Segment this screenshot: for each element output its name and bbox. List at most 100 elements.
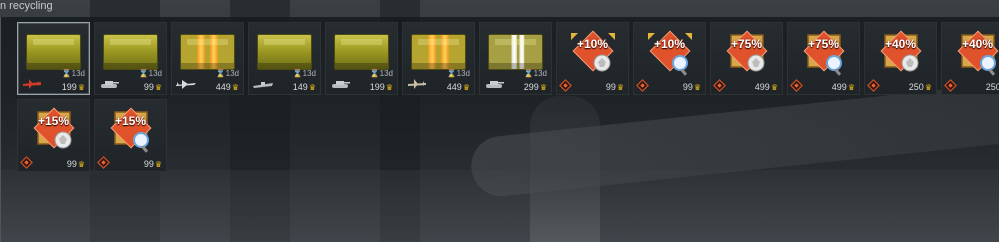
price: 299 ♛ xyxy=(524,82,547,92)
bonus-value: +15% xyxy=(114,114,147,128)
hourglass-icon: ⌛ xyxy=(215,69,226,78)
bonus-value: +15% xyxy=(37,114,70,128)
hourglass-icon: ⌛ xyxy=(138,69,149,78)
price-value: 250 xyxy=(985,82,999,92)
price-value: 99 xyxy=(605,82,616,92)
expiry-timer: ⌛13d xyxy=(370,69,393,78)
price: 99 ♛ xyxy=(144,159,162,169)
chest-icon xyxy=(334,34,389,70)
price-value: 299 xyxy=(523,82,539,92)
rarity-diamond-icon xyxy=(944,79,957,92)
ship-icon xyxy=(252,77,274,91)
rarity-diamond-icon xyxy=(790,79,803,92)
timer-text: 13d xyxy=(302,69,316,78)
rarity-diamond-icon xyxy=(20,156,33,169)
expiry-timer: ⌛13d xyxy=(293,69,316,78)
booster-tile[interactable]: +40% 250♛ xyxy=(864,22,937,95)
booster-tile[interactable]: +10% 99 ♛ xyxy=(556,22,629,95)
price: 250♛ xyxy=(986,82,999,92)
price-value: 499 xyxy=(831,82,847,92)
rarity-diamond-icon xyxy=(97,156,110,169)
price: 499 ♛ xyxy=(832,82,855,92)
chest-tile[interactable]: ⌛13d 99 ♛ xyxy=(94,22,167,95)
bonus-value: +75% xyxy=(807,37,840,51)
crown-icon: ♛ xyxy=(462,82,470,92)
booster-tile[interactable]: +75% 499 ♛ xyxy=(787,22,860,95)
crown-icon: ♛ xyxy=(616,82,624,92)
price: 449 ♛ xyxy=(447,82,470,92)
chest-icon xyxy=(180,34,235,70)
expiry-timer: ⌛13d xyxy=(216,69,239,78)
item-row: ⌛13d 199 ♛ ⌛13d 99 ♛ ⌛13d 449 ♛ ⌛13d 149 ♛ ⌛13d 199 ♛ ⌛… xyxy=(17,22,999,95)
crown-icon: ♛ xyxy=(924,82,932,92)
hourglass-icon: ⌛ xyxy=(61,69,72,78)
crown-icon: ♛ xyxy=(770,82,778,92)
price: 99 ♛ xyxy=(683,82,701,92)
hourglass-icon: ⌛ xyxy=(369,69,380,78)
price: 199 ♛ xyxy=(62,82,85,92)
price: 499 ♛ xyxy=(755,82,778,92)
expiry-timer: ⌛13d xyxy=(62,69,85,78)
rarity-diamond-icon xyxy=(867,79,880,92)
expiry-timer: ⌛13d xyxy=(447,69,470,78)
crown-icon: ♛ xyxy=(693,82,701,92)
item-grid: ⌛13d 199 ♛ ⌛13d 99 ♛ ⌛13d 449 ♛ ⌛13d 149 ♛ ⌛13d 199 ♛ ⌛… xyxy=(17,22,999,176)
timer-text: 13d xyxy=(148,69,162,78)
bonus-value: +40% xyxy=(884,37,917,51)
chest-tile[interactable]: ⌛13d 199 ♛ xyxy=(17,22,90,95)
timer-text: 13d xyxy=(379,69,393,78)
booster-tile[interactable]: +15% 99 ♛ xyxy=(17,99,90,172)
price: 149 ♛ xyxy=(293,82,316,92)
expiry-timer: ⌛13d xyxy=(524,69,547,78)
crown-icon: ♛ xyxy=(308,82,316,92)
hourglass-icon: ⌛ xyxy=(446,69,457,78)
chest-tile[interactable]: ⌛13d 199 ♛ xyxy=(325,22,398,95)
bonus-value: +10% xyxy=(576,37,609,51)
bonus-value: +40% xyxy=(961,37,994,51)
booster-tile[interactable]: +10% 99 ♛ xyxy=(633,22,706,95)
booster-tile[interactable]: +40% 250♛ xyxy=(941,22,999,95)
price-value: 250 xyxy=(908,82,924,92)
crown-icon: ♛ xyxy=(539,82,547,92)
chest-icon xyxy=(103,34,158,70)
price-value: 199 xyxy=(369,82,385,92)
crown-icon: ♛ xyxy=(847,82,855,92)
rarity-diamond-icon xyxy=(559,79,572,92)
price: 99 ♛ xyxy=(606,82,624,92)
rarity-diamond-icon xyxy=(636,79,649,92)
bonus-value: +10% xyxy=(653,37,686,51)
tank-icon xyxy=(483,77,505,91)
timer-text: 13d xyxy=(71,69,85,78)
hourglass-icon: ⌛ xyxy=(523,69,534,78)
timer-text: 13d xyxy=(225,69,239,78)
crown-icon: ♛ xyxy=(77,82,85,92)
booster-tile[interactable]: +75% 499 ♛ xyxy=(710,22,783,95)
window-title: n recycling xyxy=(0,0,53,12)
crown-icon: ♛ xyxy=(154,82,162,92)
price-value: 99 xyxy=(682,82,693,92)
chest-icon xyxy=(26,34,81,70)
chest-icon xyxy=(488,34,543,70)
chest-tile[interactable]: ⌛13d 449 ♛ xyxy=(171,22,244,95)
timer-text: 13d xyxy=(456,69,470,78)
price-value: 499 xyxy=(754,82,770,92)
rarity-diamond-icon xyxy=(713,79,726,92)
booster-tile[interactable]: +15% 99 ♛ xyxy=(94,99,167,172)
timer-text: 13d xyxy=(533,69,547,78)
price-value: 449 xyxy=(215,82,231,92)
expiry-timer: ⌛13d xyxy=(139,69,162,78)
bonus-value: +75% xyxy=(730,37,763,51)
price-value: 149 xyxy=(292,82,308,92)
chest-icon xyxy=(257,34,312,70)
chest-tile[interactable]: ⌛13d 299 ♛ xyxy=(479,22,552,95)
crown-icon: ♛ xyxy=(231,82,239,92)
chest-icon xyxy=(411,34,466,70)
price-value: 99 xyxy=(143,82,154,92)
price: 99 ♛ xyxy=(144,82,162,92)
crown-icon: ♛ xyxy=(77,159,85,169)
hourglass-icon: ⌛ xyxy=(292,69,303,78)
price: 449 ♛ xyxy=(216,82,239,92)
chest-tile[interactable]: ⌛13d 149 ♛ xyxy=(248,22,321,95)
chest-tile[interactable]: ⌛13d 449 ♛ xyxy=(402,22,475,95)
plane-red-icon xyxy=(21,77,43,91)
